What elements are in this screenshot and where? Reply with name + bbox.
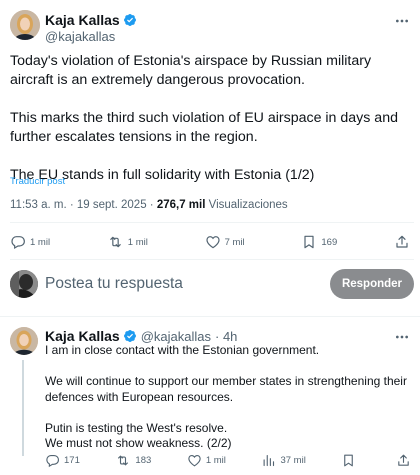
reply-author-handle[interactable]: @kajakallas (141, 329, 211, 344)
tweet-paragraph: The EU stands in full solidarity with Es… (10, 167, 315, 183)
author-avatar[interactable] (10, 10, 40, 40)
tweet-meta: 11:53 a. m. · 19 sept. 2025 · 276,7 mil … (10, 199, 288, 211)
like-count: 1 mil (205, 455, 226, 466)
repost-icon (118, 455, 129, 466)
divider (0, 316, 420, 317)
share-action-button[interactable] (394, 234, 414, 250)
views-label: Visualizaciones (208, 199, 288, 211)
reply-composer: Postea tu respuesta Responder (10, 268, 414, 304)
bookmark-count: 169 (321, 236, 338, 248)
tweet-body: Today's violation of Estonia's airspace … (10, 52, 414, 185)
tweet-paragraph: Today's violation of Estonia's airspace … (10, 53, 372, 88)
reply-input[interactable]: Postea tu respuesta (45, 275, 183, 293)
reply-action-button[interactable]: 1 mil (10, 234, 50, 250)
tweet-actions: 1 mil 1 mil 7 mil 169 (10, 234, 414, 250)
like-action-button[interactable]: 1 mil (187, 453, 226, 468)
reply-author-name[interactable]: Kaja Kallas (45, 328, 120, 344)
analytics-icon (264, 454, 275, 467)
reply-body: I am in close contact with the Estonian … (45, 343, 415, 452)
bookmark-icon (344, 454, 354, 467)
thread-line (22, 360, 24, 456)
reply-count: 1 mil (30, 236, 51, 248)
views-count: 37 mil (280, 455, 306, 466)
divider (10, 259, 414, 260)
views-action-button[interactable]: 37 mil (261, 453, 306, 468)
divider (10, 222, 414, 223)
more-options-button[interactable] (394, 13, 410, 29)
views-count: 276,7 mil (156, 199, 206, 211)
repost-count: 183 (135, 455, 152, 466)
repost-icon (109, 236, 121, 248)
reply-paragraph: Putin is testing the West's resolve. We … (45, 420, 232, 451)
like-action-button[interactable]: 7 mil (205, 234, 245, 250)
verified-badge-icon (123, 13, 137, 27)
translate-post-link[interactable]: Traducir post (10, 176, 65, 187)
reply-count: 171 (64, 455, 80, 466)
more-icon (396, 19, 408, 23)
current-user-avatar[interactable] (10, 270, 38, 298)
author-name[interactable]: Kaja Kallas (45, 12, 120, 28)
reply-submit-button[interactable]: Responder (330, 269, 414, 299)
like-count: 7 mil (224, 236, 245, 248)
repost-count: 1 mil (127, 236, 148, 248)
share-icon (396, 235, 408, 248)
share-action-button[interactable] (396, 453, 415, 468)
reply-paragraph: We will continue to support our member s… (45, 374, 407, 404)
reply-action-button[interactable]: 171 (45, 453, 80, 468)
reply-author-avatar[interactable] (10, 327, 38, 355)
reply-icon (11, 236, 25, 250)
repost-action-button[interactable]: 183 (115, 453, 151, 468)
tweet-timestamp[interactable]: 11:53 a. m. · 19 sept. 2025 · (10, 199, 154, 211)
heart-icon (188, 454, 201, 467)
tweet-paragraph: This marks the third such violation of E… (10, 110, 398, 145)
bookmark-icon (304, 235, 314, 249)
bookmark-action-button[interactable] (341, 453, 360, 468)
reply-icon (46, 454, 60, 468)
heart-icon (205, 236, 220, 249)
share-icon (398, 454, 409, 466)
reply-actions: 171 183 1 mil 37 mil (45, 453, 415, 468)
repost-action-button[interactable]: 1 mil (107, 234, 148, 250)
verified-badge-icon (123, 329, 137, 343)
author-handle[interactable]: @kajakallas (45, 29, 115, 44)
reply-paragraph: I am in close contact with the Estonian … (45, 343, 320, 357)
reply-time[interactable]: · 4h (215, 329, 237, 344)
bookmark-action-button[interactable]: 169 (301, 234, 337, 250)
